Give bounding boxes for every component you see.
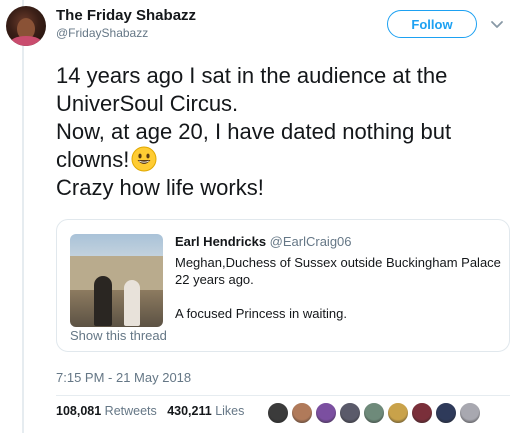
tweet-line: Now, at age 20, I have dated nothing but <box>56 119 452 144</box>
tweet-line: UniverSoul Circus. <box>56 91 239 116</box>
quoted-tweet-card[interactable]: Earl Hendricks @EarlCraig06 Meghan,Duche… <box>56 219 510 352</box>
grinning-face-emoji-icon <box>131 146 157 172</box>
avatar-scarf <box>10 36 42 46</box>
liker-avatar[interactable] <box>267 402 289 424</box>
divider <box>56 395 510 396</box>
liker-avatar[interactable] <box>435 402 457 424</box>
likes-label: Likes <box>215 404 245 418</box>
quoted-author-name: Earl Hendricks <box>175 234 267 249</box>
likes-stat[interactable]: 430,211 Likes <box>167 404 244 418</box>
quoted-tweet-photo[interactable] <box>70 234 163 327</box>
tweet-header: The Friday Shabazz @FridayShabazz <box>56 6 196 41</box>
photo-figure <box>124 280 140 326</box>
photo-background <box>70 256 163 290</box>
liker-avatar[interactable] <box>387 402 409 424</box>
quoted-tweet-author: Earl Hendricks @EarlCraig06 <box>175 234 352 249</box>
quoted-line: Meghan,Duchess of Sussex outside Bucking… <box>175 255 501 270</box>
quoted-line: 22 years ago. <box>175 272 254 287</box>
liker-avatar[interactable] <box>459 402 481 424</box>
tweet-line-with-emoji: clowns! <box>56 146 506 174</box>
tweet-line: clowns! <box>56 147 130 172</box>
liker-avatar[interactable] <box>411 402 433 424</box>
retweets-label: Retweets <box>104 404 157 418</box>
quoted-line: A focused Princess in waiting. <box>175 306 347 321</box>
retweets-count: 108,081 <box>56 404 102 418</box>
thread-rule <box>22 0 24 433</box>
display-name[interactable]: The Friday Shabazz <box>56 6 196 25</box>
tweet-timestamp[interactable]: 7:15 PM - 21 May 2018 <box>56 370 191 385</box>
show-thread-link[interactable]: Show this thread <box>70 328 167 343</box>
retweets-stat[interactable]: 108,081 Retweets <box>56 404 157 418</box>
likes-count: 430,211 <box>167 404 212 418</box>
liker-avatar[interactable] <box>339 402 361 424</box>
tweet-line: 14 years ago I sat in the audience at th… <box>56 63 448 88</box>
tweet-text: 14 years ago I sat in the audience at th… <box>56 62 506 202</box>
avatar[interactable] <box>6 6 46 46</box>
liker-avatars <box>267 402 483 426</box>
liker-avatar[interactable] <box>315 402 337 424</box>
liker-avatar[interactable] <box>291 402 313 424</box>
liker-avatar[interactable] <box>363 402 385 424</box>
tweet-stats: 108,081 Retweets 430,211 Likes <box>56 404 244 418</box>
quoted-author-handle: @EarlCraig06 <box>269 234 352 249</box>
chevron-down-icon[interactable] <box>487 14 507 34</box>
tweet-line: Crazy how life works! <box>56 175 264 200</box>
quoted-line-gap <box>175 288 505 305</box>
follow-button[interactable]: Follow <box>387 10 477 38</box>
photo-figure <box>94 276 112 326</box>
user-handle[interactable]: @FridayShabazz <box>56 25 196 41</box>
quoted-tweet-text: Meghan,Duchess of Sussex outside Bucking… <box>175 254 505 322</box>
